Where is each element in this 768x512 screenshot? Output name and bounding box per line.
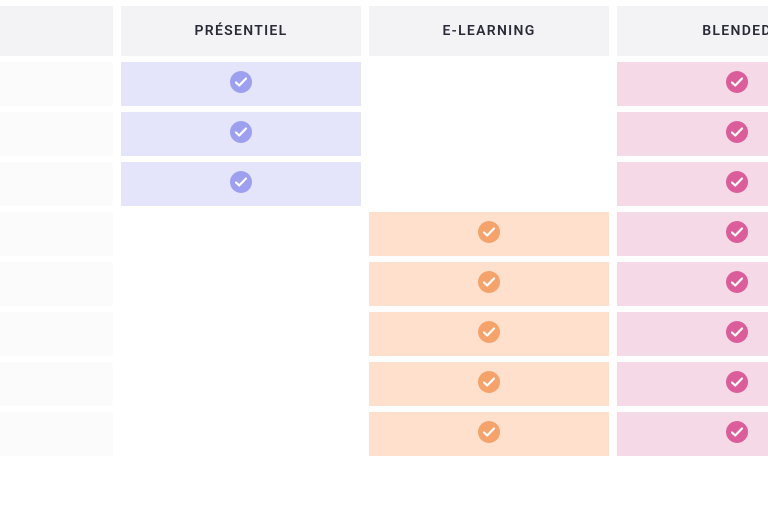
check-icon xyxy=(478,321,500,343)
check-icon xyxy=(726,271,748,293)
check-icon xyxy=(478,421,500,443)
advantage-label xyxy=(0,162,113,206)
comparison-table: AGES PRÉSENTIEL E-LEARNING BLENDED conte… xyxy=(0,0,768,462)
advantage-label: elle xyxy=(0,362,113,406)
check-icon xyxy=(726,121,748,143)
table-row xyxy=(0,412,768,456)
check-icon xyxy=(230,171,252,193)
cell-presentiel xyxy=(121,262,361,306)
check-icon xyxy=(478,221,500,243)
table-row xyxy=(0,162,768,206)
cell-presentiel xyxy=(121,212,361,256)
cell-elearning xyxy=(369,262,609,306)
cell-elearning xyxy=(369,62,609,106)
table-row: elle xyxy=(0,362,768,406)
advantage-label: on xyxy=(0,262,113,306)
advantage-label xyxy=(0,212,113,256)
table-body: contenu on elle xyxy=(0,62,768,456)
header-elearning: E-LEARNING xyxy=(369,6,609,56)
cell-blended xyxy=(617,312,768,356)
header-presentiel: PRÉSENTIEL xyxy=(121,6,361,56)
check-icon xyxy=(726,221,748,243)
table-row xyxy=(0,212,768,256)
check-icon xyxy=(726,321,748,343)
cell-blended xyxy=(617,412,768,456)
header-advantages: AGES xyxy=(0,6,113,56)
cell-blended xyxy=(617,112,768,156)
cell-elearning xyxy=(369,312,609,356)
cell-blended xyxy=(617,212,768,256)
advantage-label xyxy=(0,112,113,156)
cell-blended xyxy=(617,262,768,306)
table-row: contenu xyxy=(0,62,768,106)
check-icon xyxy=(230,71,252,93)
cell-presentiel xyxy=(121,112,361,156)
advantage-label: contenu xyxy=(0,62,113,106)
cell-elearning xyxy=(369,362,609,406)
cell-presentiel xyxy=(121,362,361,406)
check-icon xyxy=(230,121,252,143)
cell-blended xyxy=(617,362,768,406)
cell-presentiel xyxy=(121,312,361,356)
table-row: on xyxy=(0,262,768,306)
cell-elearning xyxy=(369,112,609,156)
cell-presentiel xyxy=(121,162,361,206)
check-icon xyxy=(478,271,500,293)
advantage-label xyxy=(0,412,113,456)
cell-blended xyxy=(617,62,768,106)
check-icon xyxy=(726,371,748,393)
check-icon xyxy=(726,171,748,193)
cell-presentiel xyxy=(121,62,361,106)
cell-elearning xyxy=(369,162,609,206)
check-icon xyxy=(726,421,748,443)
cell-elearning xyxy=(369,412,609,456)
table-row xyxy=(0,112,768,156)
check-icon xyxy=(726,71,748,93)
advantage-label xyxy=(0,312,113,356)
cell-presentiel xyxy=(121,412,361,456)
check-icon xyxy=(478,371,500,393)
table-row xyxy=(0,312,768,356)
cell-elearning xyxy=(369,212,609,256)
header-blended: BLENDED xyxy=(617,6,768,56)
cell-blended xyxy=(617,162,768,206)
